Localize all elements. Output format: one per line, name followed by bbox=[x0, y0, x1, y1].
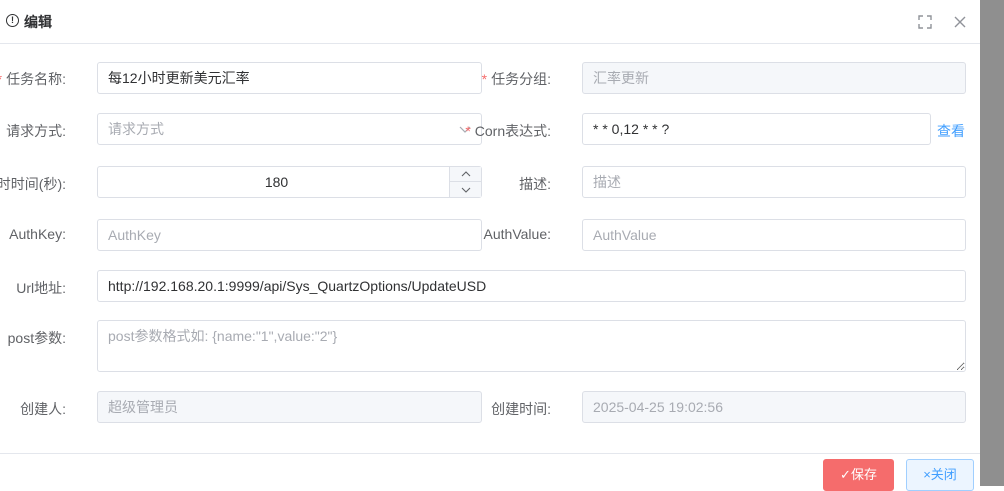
post-params-textarea[interactable] bbox=[97, 320, 966, 372]
auth-key-input[interactable] bbox=[97, 219, 482, 251]
create-time-label: 创建时间: bbox=[491, 401, 551, 417]
increment-button[interactable] bbox=[450, 167, 481, 182]
decrement-button[interactable] bbox=[450, 182, 481, 197]
fullscreen-icon[interactable] bbox=[915, 12, 935, 32]
task-name-input[interactable] bbox=[97, 62, 482, 94]
chevron-down-icon bbox=[461, 187, 470, 193]
description-label: 描述: bbox=[519, 176, 551, 192]
create-time-input[interactable] bbox=[582, 391, 966, 423]
cron-input[interactable] bbox=[582, 113, 931, 145]
auth-key-label: AuthKey: bbox=[9, 226, 66, 242]
request-method-select[interactable]: 请求方式 bbox=[97, 113, 482, 145]
info-icon: ! bbox=[6, 14, 19, 27]
timeout-stepper bbox=[449, 167, 481, 197]
task-group-label: * 任务分组: bbox=[481, 71, 551, 87]
close-button[interactable]: ×关闭 bbox=[906, 459, 974, 491]
modal-overlay bbox=[980, 0, 1004, 486]
dialog-title: 编辑 bbox=[24, 14, 52, 30]
cron-label: * Corn表达式: bbox=[465, 123, 551, 139]
creator-label: 创建人: bbox=[20, 401, 66, 417]
creator-input[interactable] bbox=[97, 391, 482, 423]
task-group-input[interactable] bbox=[582, 62, 966, 94]
description-input[interactable] bbox=[582, 166, 966, 198]
close-icon[interactable] bbox=[950, 12, 970, 32]
dialog-header: ! 编辑 bbox=[0, 0, 980, 44]
request-method-placeholder: 请求方式 bbox=[108, 121, 164, 137]
edit-dialog: ! 编辑 *任务名称: *任务分组: 请求方式: 请求方式 *Corn表达式: … bbox=[0, 0, 980, 491]
task-name-label: *任务名称: bbox=[0, 71, 66, 87]
chevron-up-icon bbox=[461, 170, 470, 176]
url-input[interactable] bbox=[97, 270, 966, 302]
auth-value-label: AuthValue: bbox=[483, 226, 551, 242]
request-method-label: 请求方式: bbox=[6, 123, 66, 139]
cron-view-link[interactable]: 查看 bbox=[937, 121, 965, 141]
post-params-label: post参数: bbox=[7, 330, 66, 346]
save-button[interactable]: ✓保存 bbox=[823, 459, 894, 491]
auth-value-input[interactable] bbox=[582, 219, 966, 251]
timeout-label: 超时时间(秒): bbox=[0, 176, 66, 192]
timeout-input[interactable] bbox=[97, 166, 482, 198]
url-label: Url地址: bbox=[16, 280, 66, 296]
